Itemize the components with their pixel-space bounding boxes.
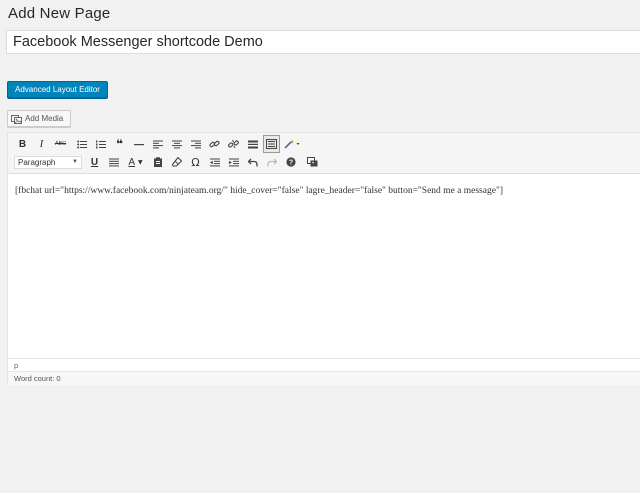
align-right-button[interactable] — [186, 135, 205, 153]
format-select-value: Paragraph — [18, 157, 56, 167]
help-icon: ? — [285, 157, 296, 167]
insert-link-button[interactable] — [205, 135, 224, 153]
redo-icon — [266, 158, 277, 166]
chevron-down-icon: ▼ — [72, 159, 78, 165]
editor-toolbar: B I ABC ❝ Paragraph ▼ U A ▼ Ω ? — [8, 133, 640, 174]
bullet-list-button[interactable] — [72, 135, 91, 153]
advanced-layout-editor-button[interactable]: Advanced Layout Editor — [7, 81, 108, 98]
text-color-icon: A — [128, 156, 136, 168]
strikethrough-icon: ABC — [54, 141, 67, 147]
insert-gallery-button[interactable] — [303, 153, 322, 171]
undo-button[interactable] — [243, 153, 262, 171]
toolbar-row-1: B I ABC ❝ — [13, 135, 303, 153]
justify-button[interactable] — [104, 153, 123, 171]
add-media-button[interactable]: Add Media — [7, 110, 71, 127]
gallery-icon — [307, 157, 318, 167]
horizontal-line-icon — [133, 143, 144, 145]
align-center-button[interactable] — [167, 135, 186, 153]
align-center-icon — [171, 140, 182, 148]
horizontal-line-button[interactable] — [129, 135, 148, 153]
bold-icon: B — [18, 138, 27, 150]
underline-button[interactable]: U — [85, 153, 104, 171]
add-media-icon — [11, 114, 23, 124]
paste-text-button[interactable] — [148, 153, 167, 171]
indent-icon — [228, 158, 239, 166]
add-media-label: Add Media — [25, 114, 64, 123]
text-color-button[interactable]: A ▼ — [123, 153, 148, 171]
bullet-list-icon — [76, 140, 87, 148]
element-path: p — [8, 358, 640, 371]
content-editor: B I ABC ❝ Paragraph ▼ U A ▼ Ω ? [fbchat … — [7, 132, 640, 385]
indent-button[interactable] — [224, 153, 243, 171]
omega-icon: Ω — [191, 155, 200, 169]
help-button[interactable]: ? — [281, 153, 300, 171]
magic-wand-icon — [284, 139, 300, 149]
numbered-list-icon — [95, 140, 106, 148]
read-more-button[interactable] — [243, 135, 262, 153]
caret-down-icon: ▼ — [138, 158, 143, 166]
align-right-icon — [190, 140, 201, 148]
undo-icon — [247, 158, 258, 166]
redo-button[interactable] — [262, 153, 281, 171]
word-count: Word count: 0 — [8, 371, 640, 385]
toolbar-toggle-icon — [266, 139, 277, 149]
underline-icon: U — [90, 156, 99, 168]
page-title: Add New Page — [8, 5, 111, 22]
clipboard-icon — [153, 157, 162, 167]
strikethrough-button[interactable]: ABC — [51, 135, 70, 153]
bold-button[interactable]: B — [13, 135, 32, 153]
unlink-button[interactable] — [224, 135, 243, 153]
blockquote-icon: ❝ — [115, 137, 124, 151]
toolbar-row-2: Paragraph ▼ U A ▼ Ω ? — [13, 153, 322, 171]
editor-content-area[interactable]: [fbchat url="https://www.facebook.com/ni… — [8, 174, 640, 357]
special-character-button[interactable]: Ω — [186, 153, 205, 171]
clear-formatting-button[interactable] — [167, 153, 186, 171]
align-left-icon — [152, 140, 163, 148]
align-left-button[interactable] — [148, 135, 167, 153]
italic-button[interactable]: I — [32, 135, 51, 153]
eraser-icon — [171, 157, 182, 167]
svg-text:?: ? — [288, 160, 292, 167]
paragraph-format-select[interactable]: Paragraph ▼ — [14, 155, 82, 169]
justify-icon — [108, 158, 119, 166]
unlink-icon — [228, 139, 239, 149]
link-icon — [209, 140, 220, 148]
outdent-button[interactable] — [205, 153, 224, 171]
post-title-input[interactable] — [6, 30, 640, 54]
blockquote-button[interactable]: ❝ — [110, 135, 129, 153]
italic-icon: I — [39, 138, 44, 150]
outdent-icon — [209, 158, 220, 166]
toolbar-toggle-button[interactable] — [263, 135, 280, 153]
numbered-list-button[interactable] — [91, 135, 110, 153]
magic-wand-dropdown[interactable] — [281, 135, 303, 153]
read-more-icon — [247, 140, 258, 148]
